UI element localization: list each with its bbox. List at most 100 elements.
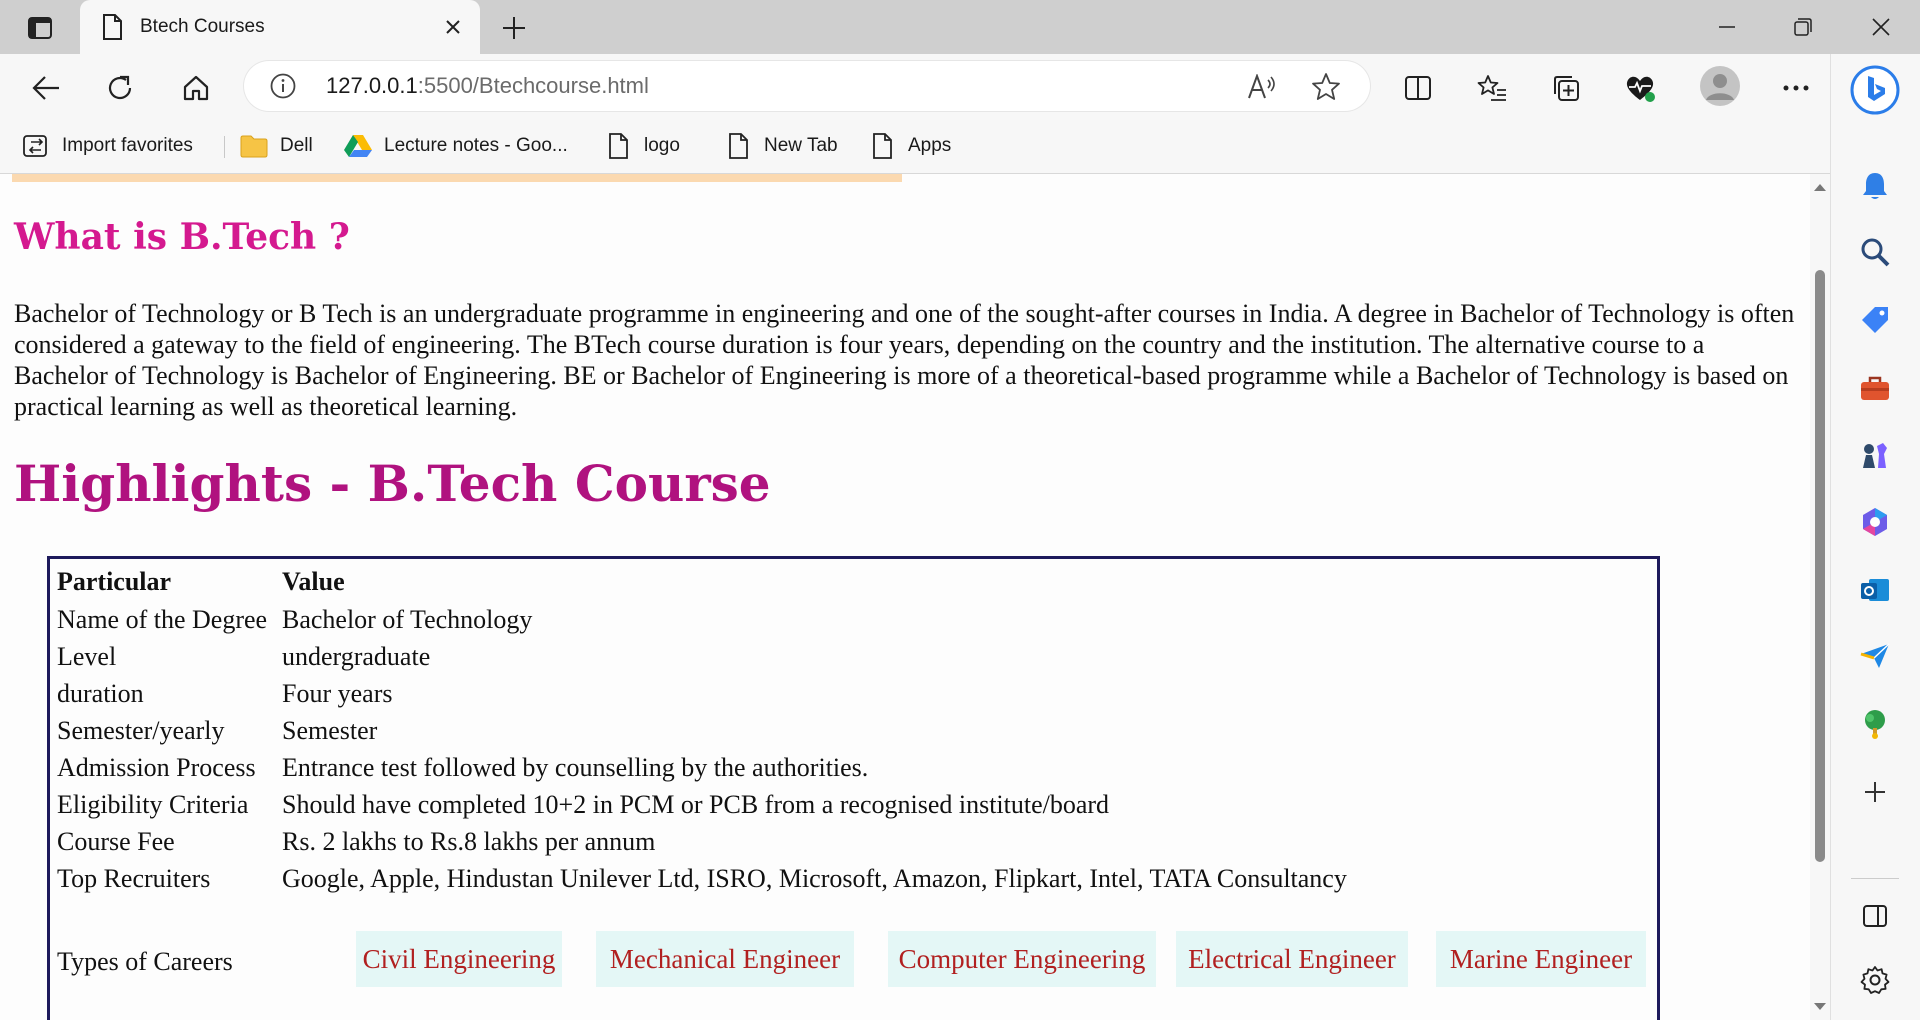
sidebar-settings-button[interactable] — [1853, 958, 1897, 1002]
new-tab-button[interactable] — [496, 10, 532, 46]
header-particular: Particular — [57, 567, 172, 596]
career-civil-engineering[interactable]: Civil Engineering — [356, 931, 562, 987]
hide-sidebar-button[interactable] — [1853, 894, 1897, 938]
collections-button[interactable] — [1546, 68, 1586, 108]
split-screen-button[interactable] — [1398, 68, 1438, 108]
search-icon — [1861, 238, 1890, 267]
favorite-import[interactable]: Import favorites — [22, 130, 193, 162]
favorite-dell[interactable]: Dell — [240, 130, 313, 162]
row-value: Should have completed 10+2 in PCM or PCB… — [282, 790, 1110, 819]
plus-icon — [503, 17, 525, 39]
google-drive-icon — [344, 132, 372, 160]
page-scrollbar[interactable] — [1810, 174, 1830, 1020]
url-path: :5500/Btechcourse.html — [417, 73, 649, 98]
search-button[interactable] — [1853, 230, 1897, 274]
scroll-down-button[interactable] — [1813, 1000, 1827, 1014]
sidebar-divider — [1851, 878, 1899, 879]
favorite-apps[interactable]: Apps — [868, 130, 951, 162]
home-icon — [183, 75, 209, 101]
tab-actions-button[interactable] — [20, 12, 60, 44]
minimize-icon — [1719, 26, 1735, 28]
minimize-button[interactable] — [1690, 0, 1764, 54]
tab-actions-icon — [28, 17, 52, 39]
row-value: Four years — [282, 679, 393, 708]
restore-icon — [1794, 18, 1812, 36]
notifications-button[interactable] — [1853, 164, 1897, 208]
highlights-heading: Highlights - B.Tech Course — [14, 454, 771, 513]
bing-chat-button[interactable] — [1849, 64, 1901, 116]
toolbox-icon — [1861, 376, 1889, 400]
add-sidebar-app-button[interactable] — [1853, 770, 1897, 814]
heart-pulse-icon — [1626, 76, 1655, 102]
page-icon — [724, 132, 752, 160]
page-content: What is B.Tech ? Bachelor of Technology … — [0, 174, 1810, 1020]
add-favorite-button[interactable] — [1310, 71, 1342, 103]
row-particular: Name of the Degree — [57, 605, 268, 634]
plus-icon — [1865, 782, 1885, 802]
browser-essentials-button[interactable] — [1620, 68, 1660, 108]
edge-sidebar — [1830, 54, 1920, 1020]
favorite-new-tab[interactable]: New Tab — [724, 130, 838, 162]
favorite-label: logo — [644, 135, 680, 156]
tab-title: Btech Courses — [140, 16, 265, 37]
page-icon — [604, 132, 632, 160]
header-value: Value — [282, 567, 345, 596]
restore-button[interactable] — [1766, 0, 1840, 54]
tree-app-button[interactable] — [1853, 702, 1897, 746]
bing-icon — [1850, 65, 1900, 115]
row-value: Rs. 2 lakhs to Rs.8 lakhs per annum — [282, 827, 656, 856]
favorites-list-icon — [1477, 75, 1506, 101]
scroll-up-button[interactable] — [1813, 180, 1827, 194]
favorite-lecture-notes[interactable]: Lecture notes - Goo... — [344, 130, 568, 162]
favorite-label: New Tab — [764, 135, 838, 156]
info-icon[interactable] — [270, 73, 296, 99]
career-computer-engineering[interactable]: Computer Engineering — [888, 931, 1156, 987]
close-tab-button[interactable] — [440, 14, 466, 40]
split-screen-icon — [1405, 76, 1431, 100]
favorites-bar: Import favorites Dell Lecture notes - Go… — [0, 118, 1830, 174]
import-icon — [22, 132, 50, 160]
career-marine-engineer[interactable]: Marine Engineer — [1436, 931, 1646, 987]
url-text[interactable]: 127.0.0.1:5500/Btechcourse.html — [326, 73, 649, 99]
row-value: Semester — [282, 716, 378, 745]
refresh-icon — [108, 75, 132, 100]
paper-plane-icon — [1860, 643, 1890, 668]
favorite-label: Dell — [280, 135, 313, 156]
header-strip — [12, 174, 902, 182]
gear-icon — [1860, 966, 1890, 994]
games-button[interactable] — [1853, 434, 1897, 478]
read-aloud-button[interactable] — [1246, 71, 1278, 103]
tab-btech-courses[interactable]: Btech Courses — [80, 0, 480, 54]
profile-button[interactable] — [1698, 64, 1742, 108]
tools-button[interactable] — [1853, 366, 1897, 410]
home-button[interactable] — [176, 68, 216, 108]
star-icon — [1312, 73, 1340, 100]
back-button[interactable] — [26, 68, 66, 108]
outlook-button[interactable] — [1853, 568, 1897, 612]
caret-down-icon — [1814, 1003, 1826, 1010]
microsoft-365-button[interactable] — [1853, 500, 1897, 544]
page-icon — [103, 14, 122, 40]
favorite-logo[interactable]: logo — [604, 130, 680, 162]
scrollbar-thumb[interactable] — [1815, 270, 1825, 862]
career-mechanical-engineer[interactable]: Mechanical Engineer — [596, 931, 854, 987]
shopping-button[interactable] — [1853, 298, 1897, 342]
close-window-button[interactable] — [1844, 0, 1918, 54]
row-particular: Admission Process — [57, 753, 256, 782]
highlights-table: Particular Value Name of the Degree Bach… — [47, 556, 1660, 1020]
more-dots-icon — [1783, 85, 1809, 91]
row-particular: Course Fee — [57, 827, 175, 856]
close-icon — [446, 20, 460, 34]
settings-more-button[interactable] — [1776, 68, 1816, 108]
bell-icon — [1863, 173, 1887, 199]
arrow-left-icon — [32, 76, 59, 100]
page-icon — [868, 132, 896, 160]
refresh-button[interactable] — [100, 68, 140, 108]
tree-icon — [1865, 710, 1885, 739]
favorites-button[interactable] — [1472, 68, 1512, 108]
favorite-label: Apps — [908, 135, 952, 156]
career-electrical-engineer[interactable]: Electrical Engineer — [1176, 931, 1408, 987]
avatar — [1700, 66, 1740, 106]
address-bar[interactable]: 127.0.0.1:5500/Btechcourse.html — [244, 61, 1370, 111]
send-button[interactable] — [1853, 634, 1897, 678]
